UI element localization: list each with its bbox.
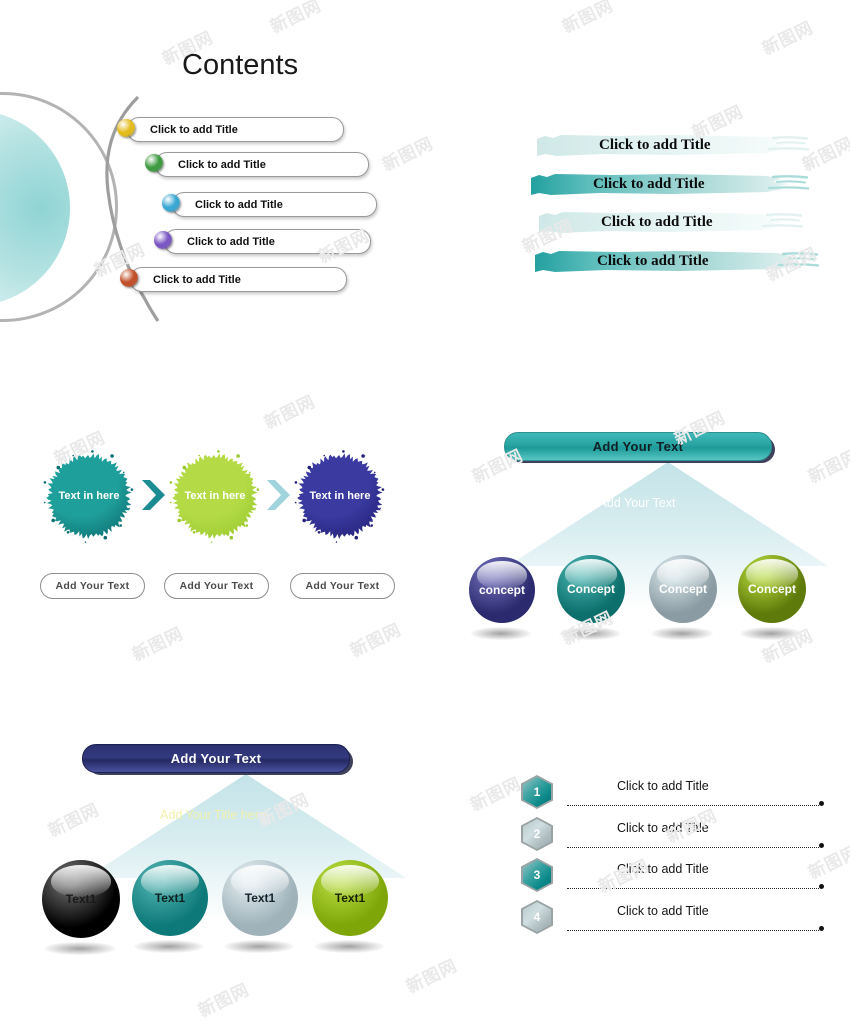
add-your-text-button[interactable]: Add Your Text — [290, 573, 395, 599]
sphere-drop-shadow — [134, 940, 204, 953]
add-your-text-button[interactable]: Add Your Text — [164, 573, 269, 599]
contents-item[interactable]: Click to add Title — [117, 117, 344, 142]
contents-item-pill[interactable]: Click to add Title — [130, 267, 347, 292]
sphere-drop-shadow — [44, 942, 116, 955]
brush-title-item[interactable]: Click to add Title — [529, 169, 809, 203]
hexagon-number: 3 — [533, 868, 541, 882]
contents-item[interactable]: Click to add Title — [120, 267, 347, 292]
contents-item-pill[interactable]: Click to add Title — [127, 117, 344, 142]
add-your-text-button[interactable]: Add Your Text — [40, 573, 145, 599]
hex-list-label: Click to add Title — [617, 862, 709, 876]
banner-button[interactable]: Add Your Text — [504, 432, 772, 461]
contents-item-pill[interactable]: Click to add Title — [164, 229, 371, 254]
dotted-leader-line — [567, 929, 819, 931]
contents-item-label: Click to add Title — [187, 235, 275, 248]
sphere-label: concept — [478, 583, 525, 597]
sphere-drop-shadow — [559, 627, 621, 640]
dotted-leader-line — [567, 804, 819, 806]
sphere-label: Text1 — [65, 892, 97, 906]
concept-sphere[interactable]: Text1 — [132, 860, 208, 936]
process-step-splatter[interactable]: Text in here — [292, 448, 388, 544]
hexagon-number: 4 — [533, 910, 541, 924]
sphere-drop-shadow — [651, 627, 713, 640]
hex-list-label: Click to add Title — [617, 904, 709, 918]
hex-list-item[interactable]: 2 Click to add Title — [521, 817, 833, 851]
hex-list-item[interactable]: 1 Click to add Title — [521, 775, 833, 809]
concept-sphere[interactable]: Concept — [738, 555, 806, 623]
leader-end-dot — [819, 801, 824, 806]
process-step-label: Text in here — [184, 490, 246, 502]
contents-bullet-icon — [117, 119, 135, 137]
arrow-label: Add Your Text — [598, 496, 676, 510]
page-title: Contents — [182, 49, 299, 81]
leader-end-dot — [819, 926, 824, 931]
contents-item[interactable]: Click to add Title — [162, 192, 377, 217]
hexagon-number: 1 — [533, 785, 541, 799]
process-chevron-icon — [140, 478, 168, 512]
concept-sphere[interactable]: Text1 — [222, 860, 298, 936]
brush-title-label: Click to add Title — [593, 176, 705, 192]
sphere-drop-shadow — [224, 940, 294, 953]
process-step-label: Text in here — [309, 490, 371, 502]
hexagon-number: 2 — [533, 827, 541, 841]
hex-list-label: Click to add Title — [617, 821, 709, 835]
brush-title-item[interactable]: Click to add Title — [535, 130, 809, 164]
banner-button[interactable]: Add Your Text — [82, 744, 350, 773]
contents-item-pill[interactable]: Click to add Title — [172, 192, 377, 217]
concept-sphere[interactable]: Concept — [649, 555, 717, 623]
contents-bullet-icon — [120, 269, 138, 287]
sphere-drop-shadow — [314, 940, 384, 953]
contents-item[interactable]: Click to add Title — [154, 229, 371, 254]
contents-item[interactable]: Click to add Title — [145, 152, 369, 177]
arrow-label: Add Your Title here — [160, 808, 266, 822]
concept-sphere[interactable]: concept — [469, 557, 535, 623]
process-step-splatter[interactable]: Text in here — [41, 448, 137, 544]
brush-title-label: Click to add Title — [601, 214, 713, 230]
sphere-label: Concept — [659, 582, 707, 596]
sphere-drop-shadow — [471, 627, 531, 640]
contents-item-pill[interactable]: Click to add Title — [155, 152, 369, 177]
process-step-splatter[interactable]: Text in here — [167, 448, 263, 544]
contents-bullet-icon — [154, 231, 172, 249]
sphere-label: Concept — [748, 582, 796, 596]
brush-title-item[interactable]: Click to add Title — [537, 207, 803, 241]
dotted-leader-line — [567, 846, 819, 848]
sphere-drop-shadow — [740, 627, 802, 640]
sphere-label: Text1 — [334, 891, 366, 905]
slide-canvas: Contents Click to add Title Click to add … — [0, 0, 850, 1025]
sphere-label: Text1 — [244, 891, 276, 905]
contents-bullet-icon — [162, 194, 180, 212]
process-chevron-icon — [265, 478, 293, 512]
dotted-leader-line — [567, 887, 819, 889]
contents-item-label: Click to add Title — [178, 158, 266, 171]
hex-list-item[interactable]: 4 Click to add Title — [521, 900, 833, 934]
contents-item-label: Click to add Title — [195, 198, 283, 211]
contents-bullet-icon — [145, 154, 163, 172]
brush-title-label: Click to add Title — [599, 137, 711, 153]
sphere-label: Text1 — [154, 891, 186, 905]
concept-sphere[interactable]: Concept — [557, 555, 625, 623]
contents-item-label: Click to add Title — [150, 123, 238, 136]
process-step-label: Text in here — [58, 490, 120, 502]
brush-title-label: Click to add Title — [597, 253, 709, 269]
brush-title-item[interactable]: Click to add Title — [533, 246, 819, 280]
concept-sphere[interactable]: Text1 — [312, 860, 388, 936]
sphere-label: Concept — [567, 582, 615, 596]
concept-sphere[interactable]: Text1 — [42, 860, 120, 938]
leader-end-dot — [819, 843, 824, 848]
leader-end-dot — [819, 884, 824, 889]
hex-list-item[interactable]: 3 Click to add Title — [521, 858, 833, 892]
contents-item-label: Click to add Title — [153, 273, 241, 286]
hex-list-label: Click to add Title — [617, 779, 709, 793]
